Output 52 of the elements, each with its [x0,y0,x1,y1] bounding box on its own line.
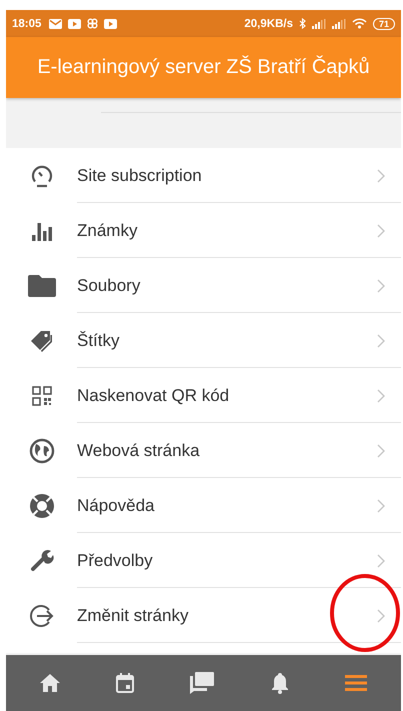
menu-item-label: Soubory [77,276,142,296]
signal-icon [332,18,346,28]
chevron-right-icon [377,608,385,622]
menu-item-label: Webová stránka [77,440,201,460]
bar-chart-icon [30,220,52,240]
qr-code-icon [32,386,52,406]
exit-icon [30,604,54,628]
chevron-right-icon [377,334,385,348]
wrench-icon [30,548,54,572]
menu-item-label: Štítky [77,330,121,350]
speedometer-icon [30,164,54,188]
chevron-right-icon [377,278,385,292]
menu-item[interactable]: Předvolby [6,533,401,588]
globe-icon [28,438,54,464]
chevron-right-icon [377,168,385,182]
bluetooth-icon [298,18,306,29]
battery-indicator: 71 [372,18,395,30]
chevron-right-icon [377,444,385,458]
menu-item[interactable]: Naskenovat QR kód [6,368,401,423]
network-speed-text: 20,9KB/s [244,18,293,30]
signal-icon [312,18,326,28]
menu-item-label: Předvolby [77,550,154,570]
menu-item[interactable]: Změnit stránky [6,588,401,643]
menu-item[interactable]: Site subscription [6,148,401,203]
calendar-icon [116,673,134,693]
menu-item[interactable]: Štítky [6,313,401,368]
chat-icon [190,672,214,694]
wifi-icon [352,18,367,29]
menu-item[interactable]: Soubory [6,258,401,313]
menu-item-label: Změnit stránky [77,606,190,626]
folder-icon [28,274,56,296]
menu-item-label: Známky [77,220,138,240]
mail-icon [49,18,62,28]
menu-item[interactable]: Nápověda [6,478,401,533]
lifebuoy-icon [28,492,54,518]
chevron-right-icon [377,554,385,568]
home-icon [40,674,60,692]
menu-item[interactable]: Známky [6,203,401,258]
menu-icon [344,675,367,691]
play-icon [68,18,82,28]
menu-item-label: Nápověda [77,496,156,516]
fan-icon [87,18,98,29]
chevron-right-icon [377,224,385,238]
menu-item-label: Naskenovat QR kód [77,386,230,406]
chevron-right-icon [377,498,385,512]
menu-item[interactable]: Webová stránka [6,423,401,478]
bell-icon [270,672,289,694]
menu-item-label: Site subscription [77,166,203,186]
play-icon [104,18,118,28]
chevron-right-icon [377,388,385,402]
clock-text: 18:05 [12,18,42,30]
page-title: E-learningový server ZŠ Bratří Čapků [37,56,370,79]
